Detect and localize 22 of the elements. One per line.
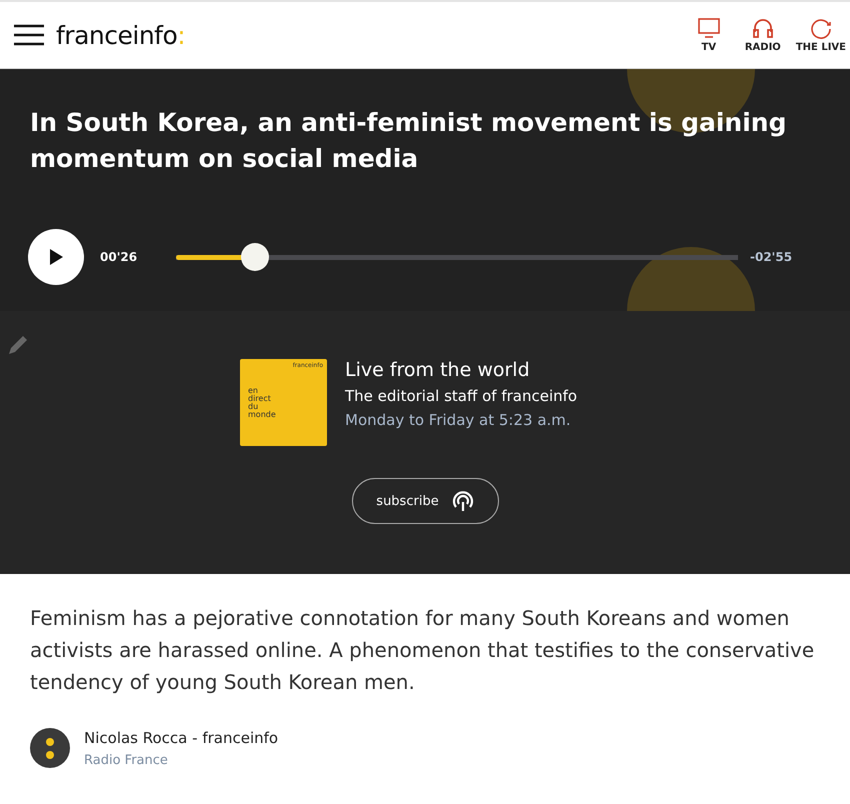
author-name: Nicolas Rocca - franceinfo (84, 728, 278, 746)
nav-link[interactable]: TV (684, 17, 734, 53)
headphones-icon (752, 17, 774, 39)
article-title: In South Korea, an anti-feminist movement is gaining momentum on social media (30, 107, 788, 175)
cover-title: en direct du monde (248, 387, 276, 419)
play-icon (48, 248, 64, 266)
remaining-time: -02'55 (750, 250, 792, 264)
subscribe-button[interactable]: subscribe (352, 478, 499, 524)
podcast-author: The editorial staff of franceinfo (345, 387, 578, 405)
elapsed-time: 00'26 (100, 250, 138, 264)
nav-link[interactable]: THE LIVE (792, 17, 850, 53)
podcast-icon (450, 489, 475, 513)
nav-link[interactable]: RADIO (738, 17, 788, 53)
pencil-icon[interactable] (7, 334, 29, 356)
tv-icon (696, 17, 721, 39)
article-lead: Feminism has a pejorative connotation for many South Koreans and women activists are harassed online. A phenomenon that testifies to the conservative tendency of young South Korean men. (30, 605, 816, 696)
slider-thumb[interactable] (240, 243, 269, 271)
logo[interactable]: franceinfo: (56, 20, 186, 50)
menu-icon[interactable] (14, 24, 44, 46)
podcast-name: Live from the world (345, 359, 531, 381)
podcast-schedule: Monday to Friday at 5:23 a.m. (345, 411, 572, 429)
author-avatar (30, 728, 70, 768)
